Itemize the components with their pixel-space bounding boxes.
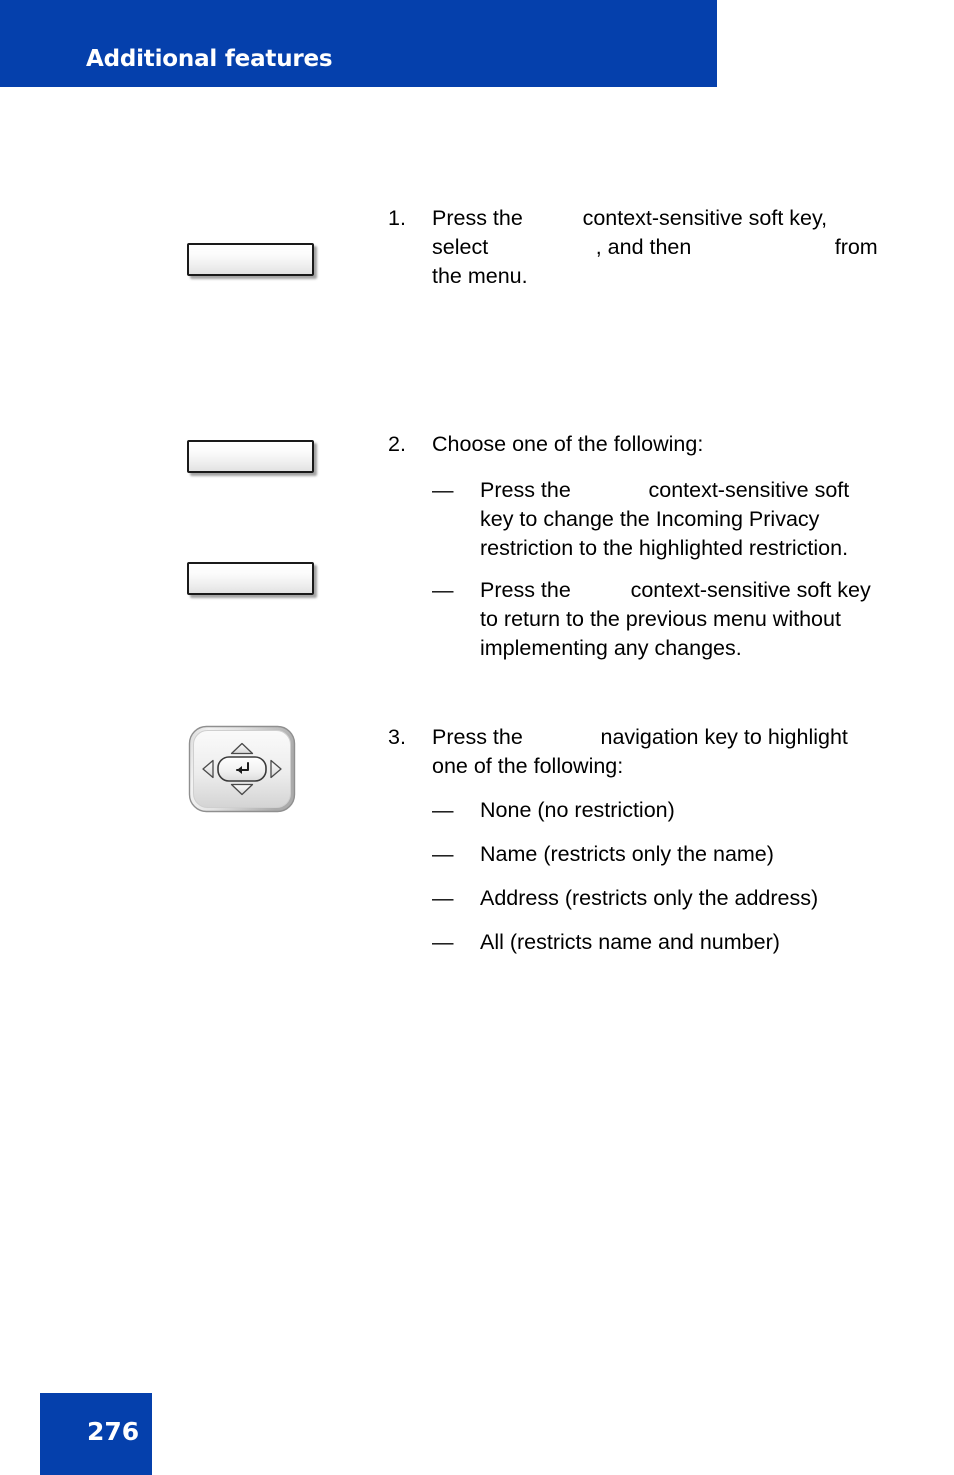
softkey-icon: [187, 562, 314, 595]
step-3-option-label: All (restricts name and number): [480, 930, 780, 954]
step-3-blank-term: [523, 723, 601, 752]
step-2-item-1-blank-term: [571, 476, 649, 505]
em-dash-bullet-icon: —: [432, 930, 454, 954]
navigation-key-icon: [188, 725, 296, 813]
step-1-blank-term-3: [691, 233, 834, 262]
step-1-segment-a: Press the: [432, 206, 523, 230]
step-1-segment-c: , and then: [595, 235, 692, 259]
step-2-lead: Choose one of the following:: [432, 432, 704, 456]
step-2-sublist-item: — Press the context-sensitive soft key t…: [432, 476, 888, 563]
softkey-icon: [187, 440, 314, 473]
em-dash-bullet-icon: —: [432, 798, 454, 822]
step-2-item-1-segment-a: Press the: [480, 478, 571, 502]
page-content: 1. Press the context-sensitive soft key,…: [0, 0, 954, 1475]
step-1-text: Press the context-sensitive soft key, se…: [432, 204, 888, 291]
em-dash-bullet-icon: —: [432, 842, 454, 866]
navigation-key[interactable]: [186, 723, 301, 820]
step-2-number: 2.: [388, 432, 406, 456]
em-dash-bullet-icon: —: [432, 478, 454, 502]
step-2-item-2-segment-a: Press the: [480, 578, 571, 602]
step-1-number: 1.: [388, 206, 406, 230]
procedure-steps: 1. Press the context-sensitive soft key,…: [388, 204, 888, 957]
step-3-option-item: — All (restricts name and number): [432, 928, 888, 957]
step-2-item-2-blank-term: [571, 576, 631, 605]
step-2: 2. Choose one of the following: — Press …: [388, 430, 888, 663]
step-3-option-label: Name (restricts only the name): [480, 842, 774, 866]
step-3-option-item: — None (no restriction): [432, 796, 888, 825]
softkey-icon: [187, 243, 314, 276]
step-3-option-list: — None (no restriction) — Name (restrict…: [432, 796, 888, 957]
step-3-option-label: None (no restriction): [480, 798, 675, 822]
em-dash-bullet-icon: —: [432, 886, 454, 910]
step-3-lead-a: Press the: [432, 725, 523, 749]
step-2-text: Choose one of the following: — Press the…: [432, 430, 888, 663]
softkey-button-1[interactable]: [187, 243, 314, 276]
step-3-option-item: — Name (restricts only the name): [432, 840, 888, 869]
step-2-sublist: — Press the context-sensitive soft key t…: [432, 476, 888, 663]
step-1-blank-term-2: [488, 233, 596, 262]
step-1-blank-term-1: [523, 204, 583, 233]
step-2-sublist-item: — Press the context-sensitive soft key t…: [432, 576, 888, 663]
softkey-button-2[interactable]: [187, 440, 314, 473]
step-3-option-item: — Address (restricts only the address): [432, 884, 888, 913]
step-3-text: Press the navigation key to highlight on…: [432, 723, 888, 957]
page-footer-band: 276: [40, 1393, 152, 1475]
step-1: 1. Press the context-sensitive soft key,…: [388, 204, 888, 291]
step-3: 3. Press the navigation key to highlight…: [388, 723, 888, 957]
softkey-button-3[interactable]: [187, 562, 314, 595]
page-number: 276: [87, 1417, 140, 1446]
em-dash-bullet-icon: —: [432, 578, 454, 602]
step-3-number: 3.: [388, 725, 406, 749]
step-3-option-label: Address (restricts only the address): [480, 886, 819, 910]
